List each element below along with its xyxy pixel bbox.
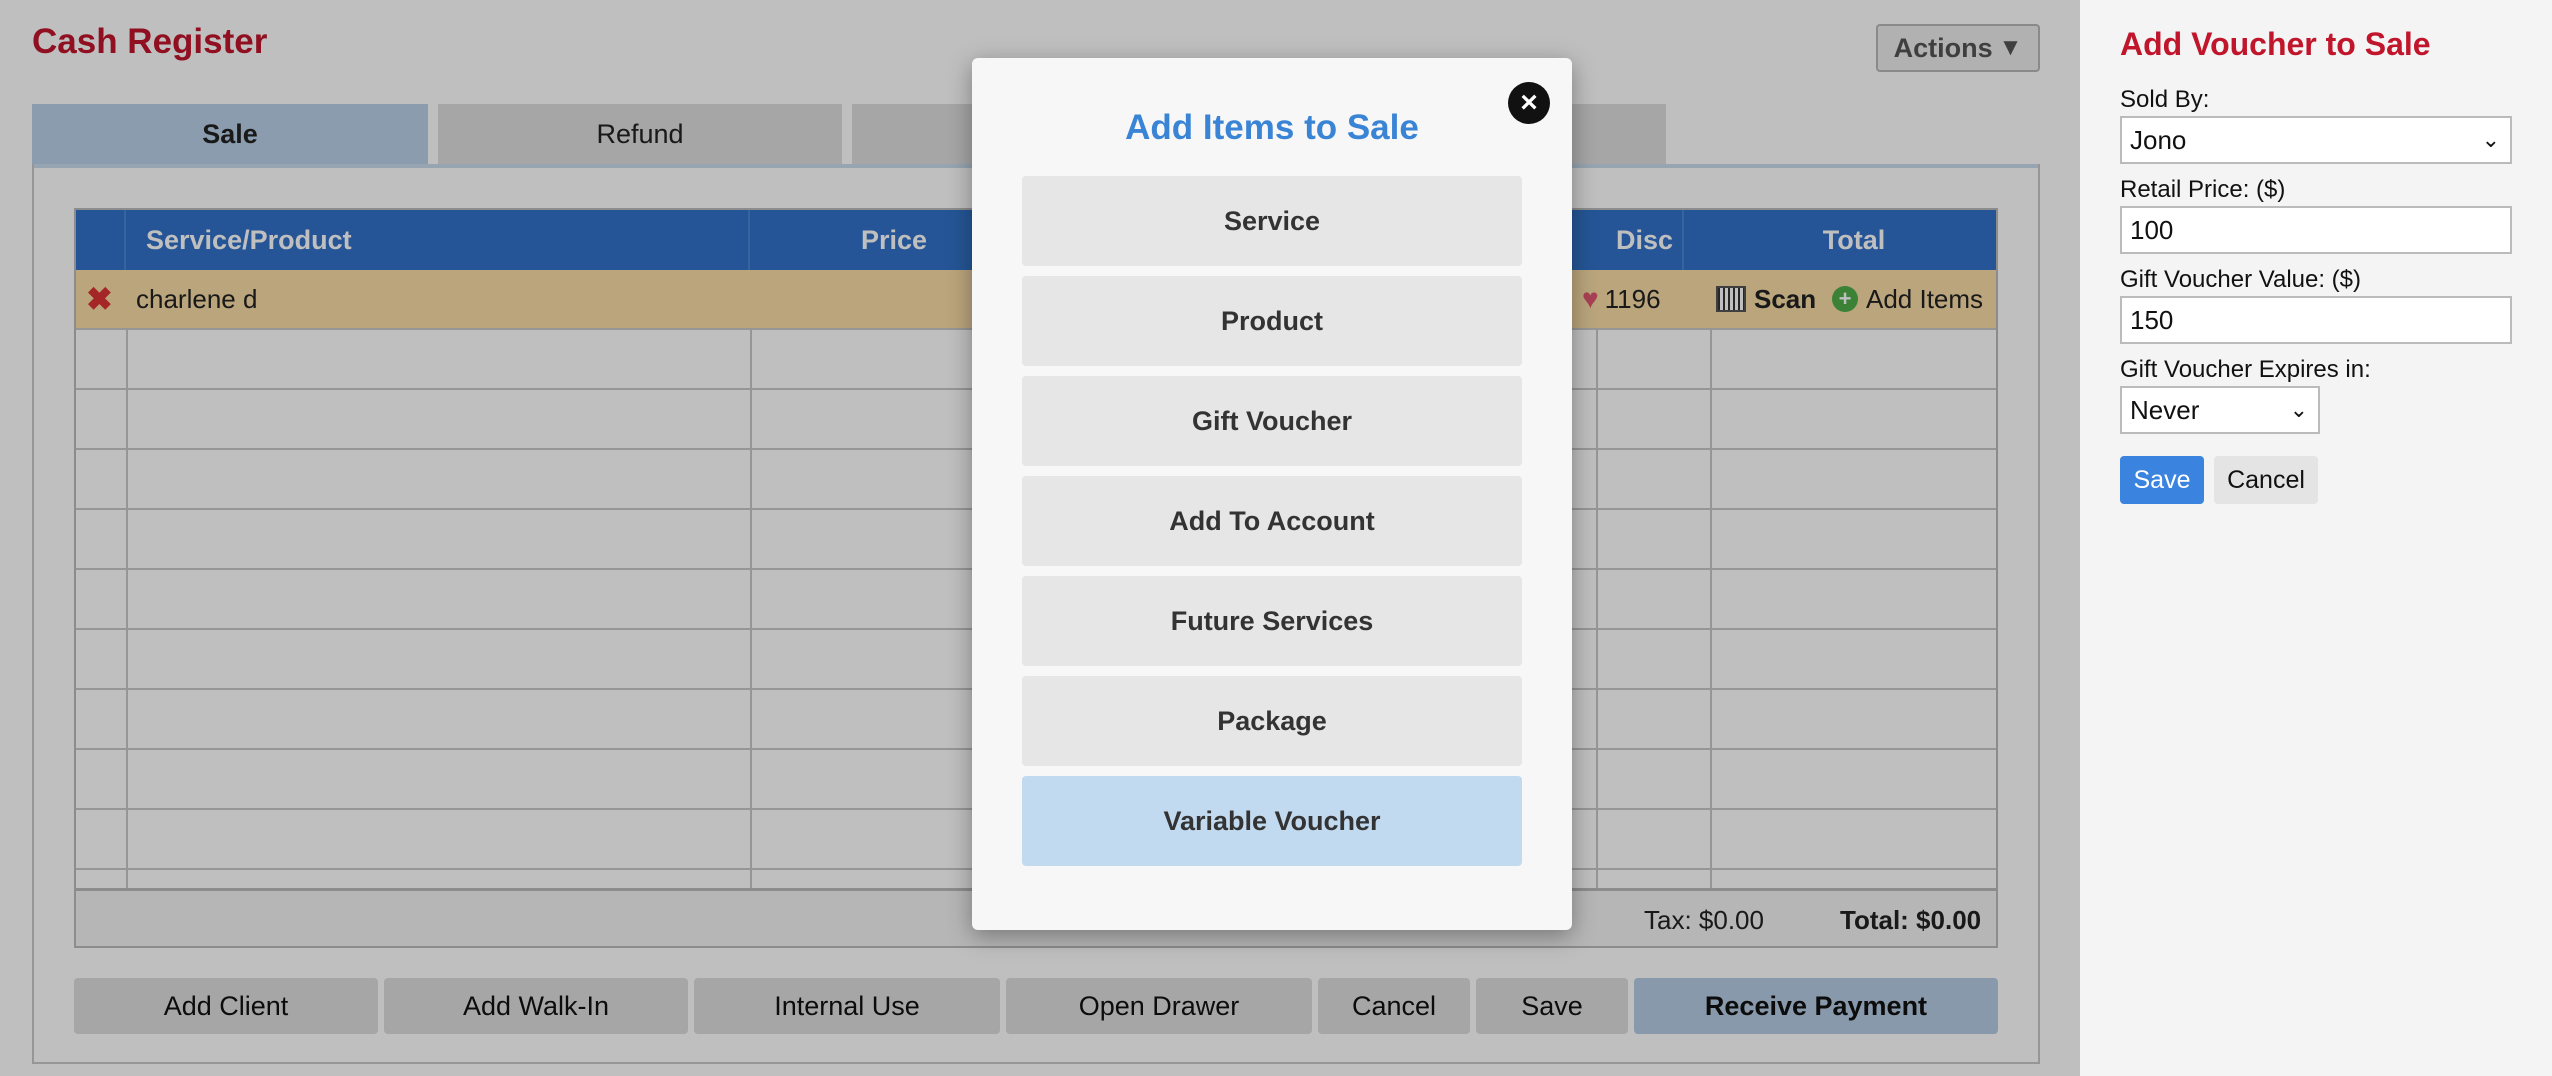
cancel-voucher-button[interactable]: Cancel xyxy=(2214,456,2318,504)
voucher-value-input[interactable]: 150 xyxy=(2120,296,2512,344)
voucher-value-value: 150 xyxy=(2130,304,2174,335)
expires-value: Never xyxy=(2130,394,2200,425)
retail-price-input[interactable]: 100 xyxy=(2120,206,2512,254)
item-type-list: Service Product Gift Voucher Add To Acco… xyxy=(1022,176,1522,876)
option-product[interactable]: Product xyxy=(1022,276,1522,366)
sold-by-select[interactable]: Jono ⌄ xyxy=(2120,116,2512,164)
retail-price-label: Retail Price: ($) xyxy=(2120,176,2286,203)
option-variable-voucher[interactable]: Variable Voucher xyxy=(1022,776,1522,866)
expires-select[interactable]: Never ⌄ xyxy=(2120,386,2320,434)
option-add-to-account[interactable]: Add To Account xyxy=(1022,476,1522,566)
retail-price-value: 100 xyxy=(2130,214,2174,245)
option-future-services[interactable]: Future Services xyxy=(1022,576,1522,666)
chevron-down-icon: ⌄ xyxy=(2481,127,2500,152)
chevron-down-icon: ⌄ xyxy=(2289,397,2308,422)
option-gift-voucher[interactable]: Gift Voucher xyxy=(1022,376,1522,466)
add-items-modal: × Add Items to Sale Service Product Gift… xyxy=(972,58,1572,930)
voucher-value-label: Gift Voucher Value: ($) xyxy=(2120,266,2362,293)
expires-label: Gift Voucher Expires in: xyxy=(2120,356,2371,383)
option-service[interactable]: Service xyxy=(1022,176,1522,266)
side-panel-title: Add Voucher to Sale xyxy=(2120,26,2431,62)
sold-by-label: Sold By: xyxy=(2120,86,2210,113)
modal-title: Add Items to Sale xyxy=(1125,108,1419,147)
voucher-side-panel: Add Voucher to Sale Sold By: Jono ⌄ Reta… xyxy=(2080,0,2552,1076)
sold-by-value: Jono xyxy=(2130,124,2187,155)
option-package[interactable]: Package xyxy=(1022,676,1522,766)
save-voucher-button[interactable]: Save xyxy=(2120,456,2204,504)
